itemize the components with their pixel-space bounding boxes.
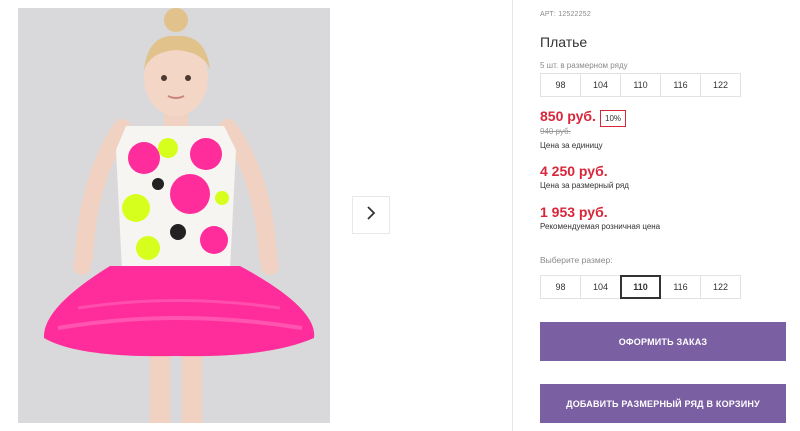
product-title: Платье — [540, 34, 588, 50]
product-image — [18, 8, 330, 423]
row-size-cell: 122 — [700, 73, 741, 97]
next-image-button[interactable] — [352, 196, 390, 234]
discount-badge: 10% — [600, 110, 627, 127]
retail-price: 1 953 руб. — [540, 204, 608, 220]
size-selector: 98 104 110 116 122 — [540, 275, 741, 299]
row-size-cell: 110 — [620, 73, 661, 97]
size-row-grid: 98 104 110 116 122 — [540, 73, 741, 97]
retail-price-caption: Рекомендуемая розничная цена — [540, 222, 661, 231]
row-price: 4 250 руб. — [540, 163, 608, 179]
column-divider — [512, 0, 513, 431]
size-option-110[interactable]: 110 — [620, 275, 661, 299]
article-number: АРТ: 12522252 — [540, 11, 591, 18]
old-price: 940 руб. — [540, 127, 571, 136]
product-photo[interactable] — [18, 8, 330, 423]
size-option-122[interactable]: 122 — [700, 275, 741, 299]
place-order-button[interactable]: ОФОРМИТЬ ЗАКАЗ — [540, 322, 786, 361]
row-size-cell: 116 — [660, 73, 701, 97]
row-size-cell: 98 — [540, 73, 581, 97]
product-gallery — [0, 0, 512, 431]
unit-price: 850 руб. — [540, 108, 596, 124]
row-size-cell: 104 — [580, 73, 621, 97]
size-option-116[interactable]: 116 — [660, 275, 701, 299]
size-option-98[interactable]: 98 — [540, 275, 581, 299]
size-select-label: Выберите размер: — [540, 255, 613, 265]
size-option-104[interactable]: 104 — [580, 275, 621, 299]
unit-price-caption: Цена за единицу — [540, 141, 603, 150]
size-row-note: 5 шт. в размерном ряду — [540, 61, 628, 70]
add-row-to-cart-button[interactable]: ДОБАВИТЬ РАЗМЕРНЫЙ РЯД В КОРЗИНУ — [540, 384, 786, 423]
row-price-caption: Цена за размерный ряд — [540, 181, 629, 190]
chevron-right-icon — [365, 205, 377, 226]
